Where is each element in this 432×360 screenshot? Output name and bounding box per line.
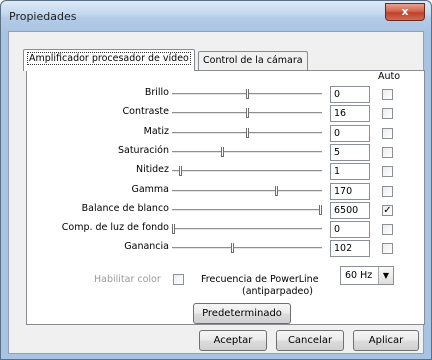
slider-track[interactable]	[172, 170, 322, 172]
enable-color-checkbox[interactable]	[173, 274, 184, 285]
value-field[interactable]: 102	[330, 240, 370, 257]
slider-thumb[interactable]	[246, 128, 249, 138]
auto-checkbox[interactable]	[382, 89, 393, 100]
auto-column-header: Auto	[378, 71, 401, 82]
slider-label: Contraste	[122, 106, 169, 117]
enable-color-label: Habilitar color	[94, 274, 161, 285]
auto-checkbox[interactable]	[382, 166, 393, 177]
slider-track[interactable]	[172, 228, 322, 230]
slider-thumb[interactable]	[179, 166, 182, 176]
slider-label: Brillo	[144, 87, 169, 98]
window-title: Propiedades	[9, 10, 77, 23]
tab-video-proc-amp[interactable]: Amplificador procesador de vídeo	[23, 49, 195, 71]
slider-thumb[interactable]	[221, 147, 224, 157]
slider-track[interactable]	[172, 209, 322, 211]
apply-button[interactable]: Aplicar	[353, 330, 419, 351]
slider-label: Nitidez	[136, 164, 169, 175]
value-field[interactable]: 170	[330, 183, 370, 200]
slider-label: Saturación	[117, 145, 169, 156]
slider-label: Gamma	[131, 184, 169, 195]
slider-label: Balance de blanco	[81, 203, 169, 214]
tab-label: Control de la cámara	[203, 55, 303, 66]
chevron-down-icon[interactable]: ▼	[378, 267, 393, 284]
properties-window: Propiedades x Amplificador procesador de…	[0, 0, 432, 360]
powerline-sublabel: (antiparpadeo)	[242, 286, 313, 297]
slider-label: Matiz	[143, 126, 169, 137]
default-button-label: Predeterminado	[202, 308, 282, 319]
powerline-selected-value: 60 Hz	[345, 270, 373, 281]
slider-thumb[interactable]	[172, 224, 175, 234]
close-icon: x	[401, 5, 409, 18]
accept-button-label: Aceptar	[213, 335, 253, 346]
auto-checkbox[interactable]	[382, 243, 393, 254]
value-field[interactable]: 0	[330, 125, 370, 142]
value-field[interactable]: 6500	[330, 202, 370, 219]
cancel-button-label: Cancelar	[287, 335, 333, 346]
accept-button[interactable]: Aceptar	[199, 330, 267, 351]
auto-checkbox[interactable]: ✓	[382, 205, 393, 216]
auto-checkbox[interactable]	[382, 147, 393, 158]
slider-label: Comp. de luz de fondo	[61, 222, 169, 233]
powerline-label: Frecuencia de PowerLine	[201, 274, 319, 285]
slider-track[interactable]	[172, 190, 322, 192]
value-field[interactable]: 5	[330, 144, 370, 161]
auto-checkbox[interactable]	[382, 128, 393, 139]
slider-track[interactable]	[172, 151, 322, 153]
close-button[interactable]: x	[385, 3, 425, 21]
default-button[interactable]: Predeterminado	[193, 303, 291, 324]
value-field[interactable]: 0	[330, 86, 370, 103]
auto-checkbox[interactable]	[382, 224, 393, 235]
dialog-client: Amplificador procesador de vídeo Control…	[8, 31, 425, 354]
value-field[interactable]: 16	[330, 105, 370, 122]
tab-camera-control[interactable]: Control de la cámara	[198, 51, 308, 71]
auto-checkbox[interactable]	[382, 186, 393, 197]
slider-thumb[interactable]	[231, 243, 234, 253]
value-field[interactable]: 0	[330, 221, 370, 238]
powerline-select[interactable]: 60 Hz ▼	[340, 266, 394, 285]
slider-thumb[interactable]	[246, 89, 249, 99]
title-bar[interactable]: Propiedades x	[1, 1, 431, 31]
slider-track[interactable]	[172, 247, 322, 249]
slider-label: Ganancia	[124, 241, 169, 252]
tab-label: Amplificador procesador de vídeo	[27, 52, 191, 65]
slider-thumb[interactable]	[275, 186, 278, 196]
cancel-button[interactable]: Cancelar	[276, 330, 344, 351]
slider-thumb[interactable]	[246, 108, 249, 118]
apply-button-label: Aplicar	[368, 335, 404, 346]
slider-thumb[interactable]	[319, 205, 322, 215]
value-field[interactable]: 1	[330, 163, 370, 180]
auto-checkbox[interactable]	[382, 108, 393, 119]
